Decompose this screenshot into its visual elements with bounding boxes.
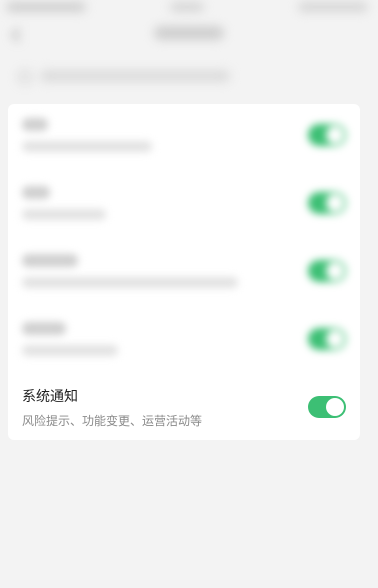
toggle-knob [326,194,344,212]
system-notification-row[interactable]: 系统通知 风险提示、功能变更、运营活动等 [8,376,360,444]
info-icon [18,69,32,84]
setting-row[interactable] [8,104,360,172]
setting-row[interactable] [8,308,360,376]
status-bar-left [6,2,86,12]
status-bar-right [298,2,368,12]
setting-toggle[interactable] [308,260,346,282]
setting-title: 系统通知 [22,389,78,405]
page-title [0,26,378,44]
toggle-knob [326,398,344,416]
settings-card: 系统通知 风险提示、功能变更、运营活动等 [8,104,360,440]
toggle-knob [326,262,344,280]
system-notification-toggle[interactable] [308,396,346,418]
toggle-knob [326,330,344,348]
setting-row[interactable] [8,240,360,308]
setting-toggle[interactable] [308,192,346,214]
setting-subtitle: 风险提示、功能变更、运营活动等 [22,414,203,428]
nav-bar [0,18,378,52]
toggle-knob [326,126,344,144]
status-bar-center [170,2,204,12]
setting-row[interactable] [8,172,360,240]
setting-toggle[interactable] [308,124,346,146]
status-bar [0,0,378,16]
setting-toggle[interactable] [308,328,346,350]
hint-row [18,66,230,86]
